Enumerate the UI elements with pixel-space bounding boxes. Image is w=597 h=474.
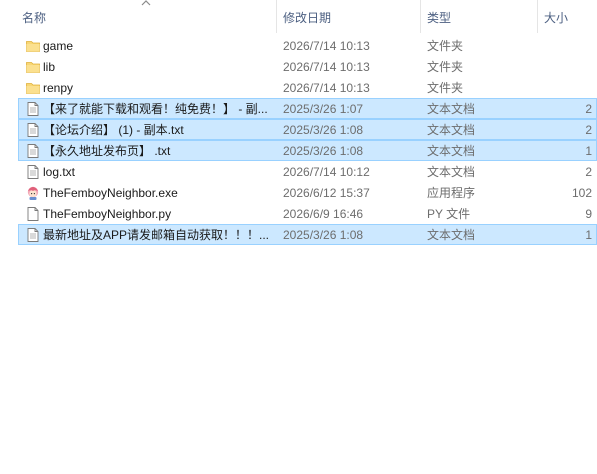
file-date-modified: 2025/3/26 1:08: [283, 228, 364, 242]
column-label-name: 名称: [22, 11, 47, 25]
blank-file-icon: [27, 207, 39, 221]
file-row[interactable]: 【论坛介绍】 (1) - 副本.txt 2025/3/26 1:08 文本文档 2: [18, 119, 597, 140]
file-name: game: [43, 39, 74, 53]
column-header-date[interactable]: 修改日期: [277, 0, 421, 33]
file-type: 文本文档: [427, 144, 476, 158]
file-date-modified: 2025/3/26 1:07: [283, 102, 364, 116]
file-row[interactable]: game 2026/7/14 10:13 文件夹: [18, 35, 597, 56]
file-date-modified: 2026/7/14 10:13: [283, 60, 370, 74]
file-name: 【论坛介绍】 (1) - 副本.txt: [43, 123, 184, 137]
file-row[interactable]: renpy 2026/7/14 10:13 文件夹: [18, 77, 597, 98]
file-type: 文件夹: [427, 39, 464, 53]
file-size: 2: [585, 102, 592, 116]
text-file-icon: [27, 165, 39, 179]
file-name: log.txt: [43, 165, 76, 179]
sort-ascending-icon: [141, 0, 151, 6]
file-row[interactable]: TheFemboyNeighbor.py 2026/6/9 16:46 PY 文件 9: [18, 203, 597, 224]
file-type: 应用程序: [427, 186, 476, 200]
file-date-modified: 2026/7/14 10:13: [283, 81, 370, 95]
file-date-modified: 2026/6/9 16:46: [283, 207, 364, 221]
folder-icon: [26, 62, 40, 73]
file-type: 文件夹: [427, 81, 464, 95]
column-header-size[interactable]: 大小: [538, 0, 597, 33]
folder-icon: [26, 83, 40, 94]
text-file-icon: [27, 228, 39, 242]
file-row[interactable]: log.txt 2026/7/14 10:12 文本文档 2: [18, 161, 597, 182]
file-size: 1: [585, 144, 592, 158]
file-date-modified: 2026/7/14 10:13: [283, 39, 370, 53]
file-row[interactable]: 【永久地址发布页】 .txt 2025/3/26 1:08 文本文档 1: [18, 140, 597, 161]
file-row[interactable]: lib 2026/7/14 10:13 文件夹: [18, 56, 597, 77]
file-name: renpy: [43, 81, 74, 95]
file-size: 1: [585, 228, 592, 242]
file-type: PY 文件: [427, 207, 471, 221]
column-header: 名称 修改日期 类型 大小: [0, 0, 597, 33]
file-date-modified: 2026/6/12 15:37: [283, 186, 370, 200]
file-size: 2: [585, 165, 592, 179]
column-label-type: 类型: [427, 11, 452, 25]
file-name: 最新地址及APP请发邮箱自动获取！！！...: [43, 228, 270, 242]
file-row[interactable]: 【来了就能下载和观看！纯免费！】 - 副... 2025/3/26 1:07 文本文…: [18, 98, 597, 119]
text-file-icon: [27, 144, 39, 158]
file-type: 文本文档: [427, 165, 476, 179]
file-type: 文本文档: [427, 102, 476, 116]
text-file-icon: [27, 123, 39, 137]
folder-icon: [26, 41, 40, 52]
file-date-modified: 2025/3/26 1:08: [283, 123, 364, 137]
text-file-icon: [27, 102, 39, 116]
file-date-modified: 2025/3/26 1:08: [283, 144, 364, 158]
app-icon: [27, 186, 39, 200]
file-type: 文本文档: [427, 123, 476, 137]
file-size: 9: [585, 207, 592, 221]
file-row[interactable]: 最新地址及APP请发邮箱自动获取！！！... 2025/3/26 1:08 文本文档…: [18, 224, 597, 245]
file-name: TheFemboyNeighbor.exe: [43, 186, 178, 200]
file-size: 2: [585, 123, 592, 137]
file-date-modified: 2026/7/14 10:12: [283, 165, 370, 179]
file-type: 文本文档: [427, 228, 476, 242]
file-type: 文件夹: [427, 60, 464, 74]
column-label-size: 大小: [544, 11, 569, 25]
column-label-date: 修改日期: [283, 11, 332, 25]
column-header-type[interactable]: 类型: [421, 0, 538, 33]
file-row[interactable]: TheFemboyNeighbor.exe 2026/6/12 15:37 应用程序…: [18, 182, 597, 203]
file-name: 【来了就能下载和观看！纯免费！】 - 副...: [43, 102, 268, 116]
file-name: lib: [43, 60, 56, 74]
file-name: 【永久地址发布页】 .txt: [43, 144, 171, 158]
column-header-name[interactable]: 名称: [0, 0, 277, 33]
file-size: 102: [571, 186, 592, 200]
file-name: TheFemboyNeighbor.py: [43, 207, 172, 221]
